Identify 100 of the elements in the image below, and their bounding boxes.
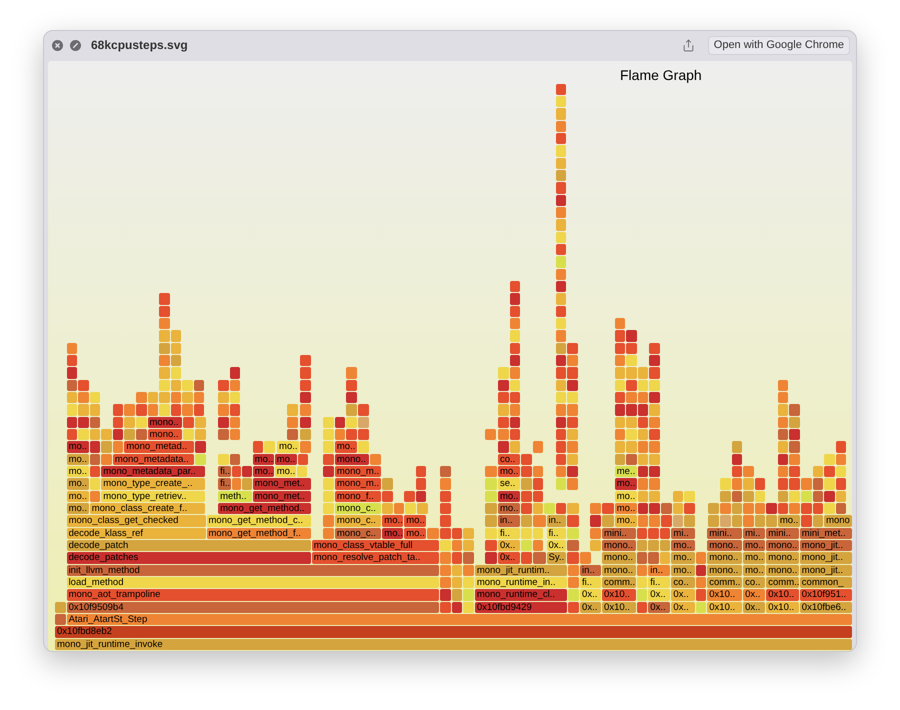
flame-frame[interactable]: mo.. — [404, 528, 426, 540]
flame-frame[interactable]: in.. — [580, 564, 602, 576]
flame-frame[interactable]: fi.. — [648, 576, 670, 588]
flame-frame[interactable]: 0x10.. — [707, 589, 742, 601]
flame-frame[interactable]: mono_class_get_checked — [66, 515, 206, 527]
flame-frame[interactable]: mo.. — [334, 441, 357, 453]
flame-frame[interactable]: 0x.. — [580, 602, 602, 614]
flame-frame[interactable]: mono_jit.. — [800, 540, 852, 552]
flame-frame[interactable]: mono_jit_runtim.. — [474, 564, 568, 576]
flame-frame[interactable]: co.. — [498, 454, 520, 466]
flame-frame[interactable]: mono_get_method.. — [218, 502, 311, 514]
flame-frame[interactable]: mono.. — [334, 454, 369, 466]
flame-frame[interactable]: mono_jit_runtime_invoke — [55, 638, 852, 650]
flame-frame[interactable]: mo.. — [274, 466, 296, 478]
flame-frame[interactable]: in.. — [546, 515, 566, 527]
flame-frame[interactable]: 0x.. — [498, 552, 520, 564]
flame-frame[interactable]: init_llvm_method — [66, 564, 440, 576]
flame-frame[interactable]: mono.. — [602, 540, 636, 552]
flame-frame[interactable]: mo.. — [614, 478, 637, 490]
flame-frame[interactable]: mo.. — [404, 515, 426, 527]
flame-frame[interactable]: mo.. — [614, 502, 637, 514]
flame-frame[interactable]: co.. — [743, 576, 766, 588]
flame-frame[interactable]: meth.. — [218, 490, 252, 502]
flame-frame[interactable]: mo.. — [382, 528, 404, 540]
flame-frame[interactable]: mono_runtime_in.. — [474, 576, 568, 588]
flame-frame[interactable]: 0x.. — [498, 540, 520, 552]
flame-frame[interactable]: mono_class_vtable_full — [312, 540, 440, 552]
flame-frame[interactable]: mo.. — [66, 441, 89, 453]
flame-frame[interactable]: fi.. — [218, 466, 231, 478]
flame-frame[interactable]: 0x.. — [671, 589, 695, 601]
flame-frame[interactable]: mono.. — [707, 540, 742, 552]
flame-frame[interactable]: mo.. — [614, 490, 637, 502]
flame-frame[interactable]: 0x10.. — [766, 602, 799, 614]
flame-frame[interactable]: mono_class_create_f.. — [90, 502, 206, 514]
flame-frame[interactable]: co.. — [671, 576, 695, 588]
flame-frame[interactable]: fi.. — [498, 528, 520, 540]
flame-frame[interactable]: mo.. — [671, 552, 695, 564]
flame-frame[interactable]: 0x.. — [671, 602, 695, 614]
flame-frame[interactable]: mono_c.. — [334, 515, 382, 527]
flame-frame[interactable]: 0x.. — [648, 589, 670, 601]
flame-frame[interactable]: 0x10fbd8eb2 — [55, 626, 852, 638]
flame-frame[interactable]: comm.. — [602, 576, 636, 588]
flame-frame[interactable]: 0x.. — [546, 540, 566, 552]
flame-frame[interactable]: mo.. — [498, 490, 520, 502]
flame-frame[interactable]: mono_m.. — [334, 466, 382, 478]
flame-frame[interactable]: mono_metadata.. — [112, 454, 194, 466]
flame-frame[interactable]: mini.. — [766, 528, 799, 540]
flame-frame[interactable]: mono.. — [602, 552, 636, 564]
flame-frame[interactable]: 0x.. — [580, 589, 602, 601]
flame-frame[interactable]: 0x10.. — [602, 602, 636, 614]
flame-frame[interactable]: mono_runtime_cl.. — [474, 589, 568, 601]
flame-frame[interactable]: in.. — [498, 515, 520, 527]
flame-frame[interactable]: mono.. — [707, 564, 742, 576]
flame-frame[interactable]: decode_klass_ref — [66, 528, 206, 540]
flame-frame[interactable]: Sy.. — [546, 552, 566, 564]
flame-frame[interactable]: mo.. — [66, 454, 89, 466]
flame-frame[interactable]: mo.. — [498, 502, 520, 514]
flame-frame[interactable]: 0x10.. — [707, 602, 742, 614]
flame-frame[interactable]: 0x10.. — [602, 589, 636, 601]
flame-frame[interactable]: mono.. — [766, 552, 799, 564]
flame-frame[interactable]: mono_get_method_c.. — [206, 515, 311, 527]
flame-frame[interactable]: mo.. — [743, 564, 766, 576]
flame-frame[interactable]: se.. — [498, 478, 520, 490]
flame-frame[interactable]: mo.. — [66, 478, 89, 490]
flame-frame[interactable]: 0x10.. — [766, 589, 799, 601]
flame-frame[interactable]: mono_m.. — [334, 478, 382, 490]
flame-frame[interactable]: mo.. — [382, 515, 404, 527]
flame-frame[interactable]: mono_met.. — [252, 490, 311, 502]
flame-frame[interactable]: mo.. — [66, 502, 89, 514]
flame-frame[interactable]: mono.. — [148, 416, 182, 428]
flame-frame[interactable]: mono_jit.. — [800, 564, 852, 576]
flame-frame[interactable]: mo.. — [277, 441, 300, 453]
flame-frame[interactable]: mo.. — [66, 490, 89, 502]
flame-frame[interactable]: 0x10fbd9429 — [474, 602, 568, 614]
flame-frame[interactable]: load_method — [66, 576, 440, 588]
flame-frame[interactable]: mono.. — [602, 564, 636, 576]
flame-frame[interactable]: mi.. — [671, 528, 695, 540]
flame-frame[interactable]: mo.. — [778, 515, 800, 527]
flame-frame[interactable]: 0x.. — [648, 602, 670, 614]
flame-frame[interactable]: mono_f.. — [334, 490, 382, 502]
flame-frame[interactable]: mono.. — [148, 429, 182, 440]
flame-frame[interactable]: mono_metad.. — [124, 441, 194, 453]
flame-frame[interactable]: decode_patches — [66, 552, 311, 564]
flame-frame[interactable]: mono_aot_trampoline — [66, 589, 440, 601]
flame-frame[interactable]: mo.. — [66, 466, 89, 478]
flame-frame[interactable]: decode_patch — [66, 540, 311, 552]
flame-frame[interactable]: mini.. — [707, 528, 742, 540]
flame-frame[interactable]: 0x.. — [743, 602, 766, 614]
flame-frame[interactable]: mo.. — [252, 466, 274, 478]
flame-frame[interactable]: me.. — [614, 466, 637, 478]
flame-frame[interactable]: comm.. — [707, 576, 742, 588]
flame-frame[interactable]: mini.. — [602, 528, 636, 540]
flame-frame[interactable]: Atari_AtartSt_Step — [66, 614, 852, 626]
flame-frame[interactable]: mono.. — [766, 540, 799, 552]
flame-frame[interactable]: common_ — [800, 576, 852, 588]
flame-frame[interactable]: fi.. — [218, 478, 231, 490]
flame-frame[interactable]: 0x10f951.. — [800, 589, 852, 601]
flame-frame[interactable]: 0x.. — [743, 589, 766, 601]
flame-frame[interactable]: mono_met.. — [252, 478, 311, 490]
flame-frame[interactable]: mono_c.. — [334, 528, 382, 540]
